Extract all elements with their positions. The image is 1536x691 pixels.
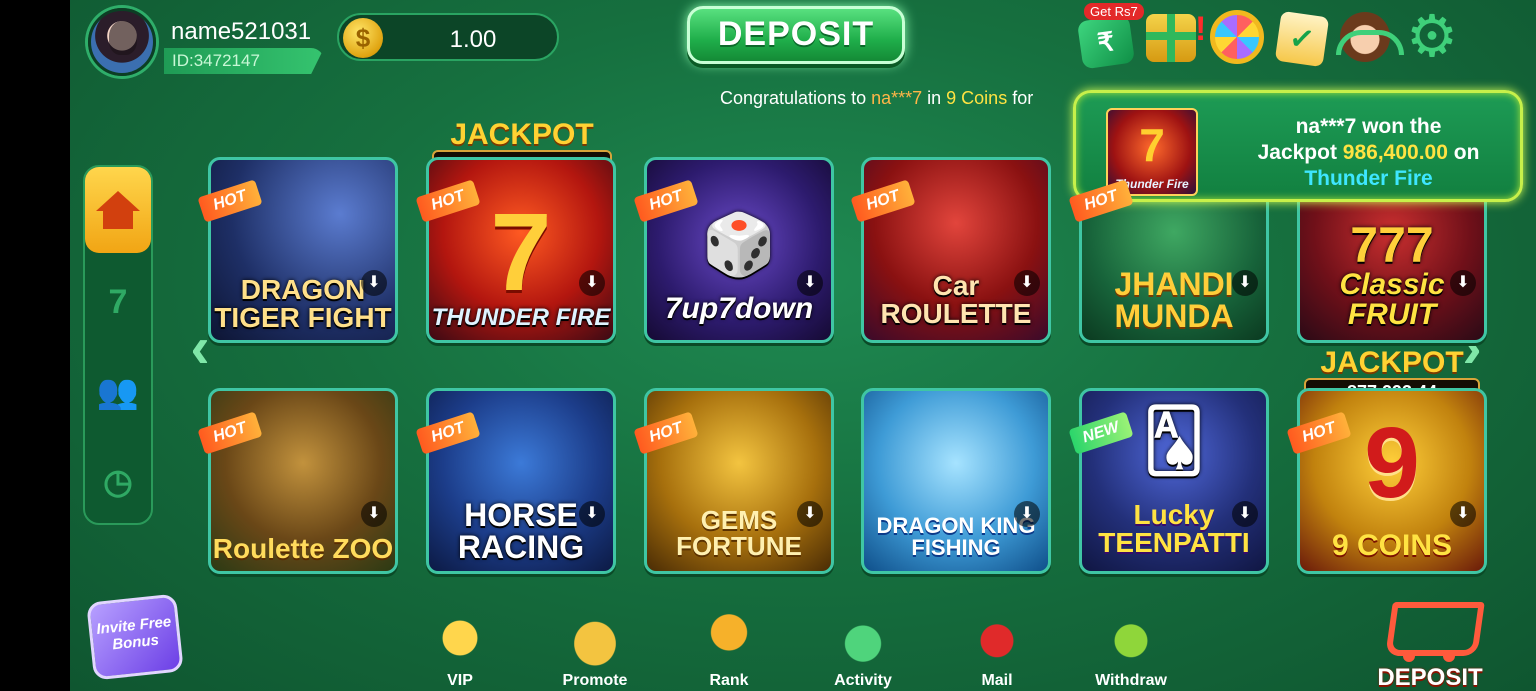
download-icon[interactable]: ⬇ [1014, 270, 1040, 296]
download-icon[interactable]: ⬇ [797, 501, 823, 527]
player-id: ID:3472147 [172, 51, 260, 70]
game-title: THUNDER FIRE [431, 304, 611, 331]
game-title: 7up7down [664, 292, 814, 325]
slots-777-icon: 7 [108, 282, 128, 321]
customer-support-icon[interactable] [1336, 12, 1404, 62]
alert-icon: ! [1195, 10, 1207, 48]
player-name: name521031 [171, 18, 312, 45]
shopping-cart-icon [1381, 596, 1479, 662]
download-icon[interactable]: ⬇ [1232, 270, 1258, 296]
download-icon[interactable]: ⬇ [579, 270, 605, 296]
download-icon[interactable]: ⬇ [797, 270, 823, 296]
deposit-cart-button[interactable]: DEPOSIT [1370, 596, 1490, 691]
settings-gear-icon[interactable]: ⚙ [1404, 8, 1460, 66]
get-rs-badge: Get Rs7 [1084, 3, 1144, 20]
marquee-mid: in [922, 88, 947, 108]
balance-value: 1.00 [449, 26, 497, 53]
sidebar-item-slots[interactable]: 7 [85, 267, 151, 337]
download-icon[interactable]: ⬇ [1014, 501, 1040, 527]
download-icon[interactable]: ⬇ [1450, 501, 1476, 527]
download-icon[interactable]: ⬇ [579, 501, 605, 527]
game-tile-9-coins[interactable]: 9 9 COINS ⬇ [1297, 388, 1487, 574]
category-sidebar: 7 👥 ◷ [83, 165, 153, 525]
nav-activity[interactable]: Activity [813, 610, 913, 690]
download-icon[interactable]: ⬇ [1232, 501, 1258, 527]
deposit-button[interactable]: DEPOSIT [687, 6, 905, 64]
deposit-cart-label: DEPOSIT [1377, 664, 1483, 691]
home-icon [96, 191, 140, 229]
game-tile-gems-fortune[interactable]: GEMS FORTUNE ⬇ [644, 388, 834, 574]
game-tile-dragon-king-fishing[interactable]: DRAGON KING FISHING ⬇ [861, 388, 1051, 574]
download-icon[interactable]: ⬇ [361, 270, 387, 296]
coin-stack-icon [563, 610, 627, 666]
trophy-icon [697, 610, 761, 666]
toast-game: Thunder Fire [1304, 167, 1433, 190]
game-title: Roulette ZOO [212, 533, 394, 564]
mailbox-icon [965, 610, 1029, 666]
toast-suffix: on [1447, 141, 1480, 164]
nav-withdraw[interactable]: Withdraw [1081, 610, 1181, 690]
gift-icon[interactable] [1146, 14, 1196, 62]
download-icon[interactable]: ⬇ [361, 501, 387, 527]
sidebar-item-multiplayer[interactable]: 👥 [85, 357, 151, 427]
toast-prefix: Jackpot [1257, 141, 1343, 164]
nav-label: Mail [981, 672, 1013, 689]
people-icon: 👥 [96, 373, 140, 411]
nav-label: VIP [447, 672, 473, 689]
withdraw-icon [1099, 610, 1163, 666]
nav-rank[interactable]: Rank [679, 610, 779, 690]
game-tile-horse-racing[interactable]: HORSE RACING ⬇ [426, 388, 616, 574]
toast-amount: 986,400.00 [1342, 141, 1448, 164]
dice-icon: 🎲 [701, 211, 777, 278]
nav-promote[interactable]: Promote [545, 610, 645, 690]
nav-label: Withdraw [1095, 672, 1167, 689]
nav-label: Promote [562, 672, 628, 689]
jackpot-label: JACKPOT [1320, 346, 1464, 379]
check-in-icon[interactable]: ✓ [1274, 10, 1330, 68]
win-marquee: Congratulations to na***7 in 9 Coins for [720, 88, 1115, 114]
marquee-player: na***7 [871, 88, 923, 108]
player-avatar[interactable] [88, 8, 156, 76]
history-clock-icon: ◷ [103, 463, 133, 501]
jackpot-label: JACKPOT [450, 118, 594, 151]
game-tile-roulette-zoo[interactable]: Roulette ZOO ⬇ [208, 388, 398, 574]
marquee-suffix: for [1007, 88, 1034, 108]
fruit-777-art: 777 [1350, 217, 1434, 273]
marquee-prefix: Congratulations to [720, 88, 872, 108]
game-title: 9 COINS [1331, 529, 1453, 562]
nav-label: Rank [709, 672, 749, 689]
lobby-screen: name521031 ID:3472147 $ 1.00 DEPOSIT ₹ ✓… [70, 0, 1536, 691]
marquee-game: 9 Coins [946, 88, 1008, 108]
game-tile-lucky-teenpatti[interactable]: 🂡 Lucky TEENPATTI ⬇ [1079, 388, 1269, 574]
nav-vip[interactable]: VIP [410, 610, 510, 690]
invite-bonus-button[interactable]: Invite Free Bonus [86, 593, 184, 681]
activity-gift-icon [831, 610, 895, 666]
player-id-badge: ID:3472147 [164, 48, 324, 74]
sidebar-item-home[interactable] [85, 167, 151, 253]
balance-display[interactable]: $ 1.00 [337, 13, 559, 61]
sidebar-item-history[interactable]: ◷ [85, 447, 151, 517]
toast-line-2: Jackpot 986,400.00 on [1226, 141, 1511, 165]
nav-label: Activity [834, 672, 892, 689]
toast-line-1: na***7 won the [1295, 115, 1442, 138]
dollar-coin-icon: $ [343, 18, 383, 58]
jackpot-win-toast: 7 Thunder Fire na***7 won the Jackpot 986… [1073, 90, 1523, 202]
crown-icon [428, 610, 492, 666]
cash-reward-icon[interactable]: ₹ [1076, 14, 1136, 70]
nav-mail[interactable]: Mail [947, 610, 1047, 690]
download-icon[interactable]: ⬇ [1450, 270, 1476, 296]
lucky-wheel-icon[interactable] [1210, 10, 1264, 64]
left-letterbox [0, 0, 70, 691]
